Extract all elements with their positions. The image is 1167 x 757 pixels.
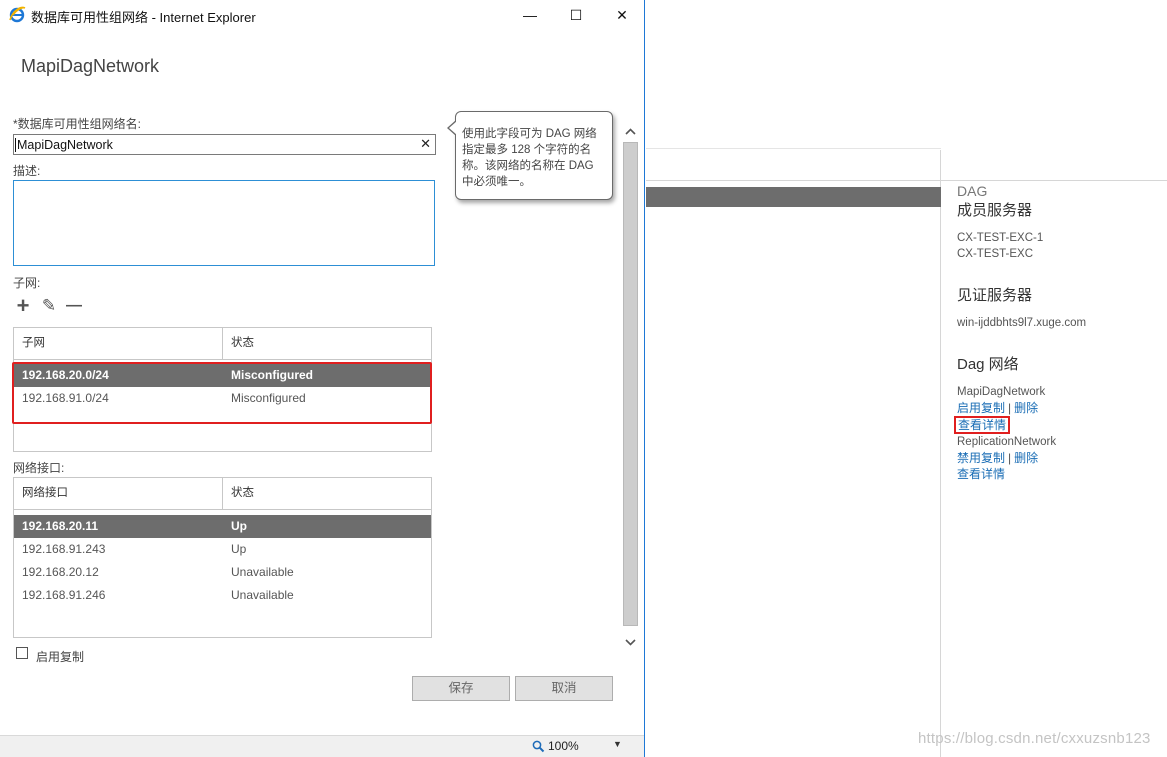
magnifier-icon — [532, 740, 545, 753]
scrollbar-thumb[interactable] — [623, 142, 638, 626]
status-cell: Unavailable — [231, 565, 294, 579]
internet-explorer-icon — [9, 6, 26, 23]
scroll-up-icon[interactable] — [621, 122, 640, 140]
table-row[interactable]: 192.168.20.11 Up — [14, 515, 431, 538]
subnet-cell: 192.168.20.0/24 — [22, 368, 109, 382]
vertical-scrollbar[interactable] — [621, 122, 640, 653]
title-bar[interactable]: 数据库可用性组网络 - Internet Explorer — ☐ ✕ — [0, 0, 644, 30]
view-details-link[interactable]: 查看详情 — [954, 416, 1011, 434]
dialog-heading: MapiDagNetwork — [21, 56, 160, 76]
watermark: https://blog.csdn.net/cxxuzsnb123 — [918, 730, 1151, 747]
subnet-cell: 192.168.91.0/24 — [22, 391, 109, 405]
witness-server: win-ijddbhts9l7.xuge.com — [957, 317, 1087, 329]
interface-cell: 192.168.91.243 — [22, 542, 106, 556]
subnets-label: 子网: — [13, 276, 41, 290]
table-header: 子网 状态 — [14, 328, 431, 360]
maximize-button[interactable]: ☐ — [553, 0, 599, 30]
member-server: CX-TEST-EXC-1 — [957, 232, 1044, 244]
zoom-level[interactable]: 100% — [548, 739, 579, 753]
delete-link[interactable]: 删除 — [1014, 401, 1038, 415]
column-header-interface[interactable]: 网络接口 — [14, 478, 68, 509]
status-cell: Up — [231, 519, 247, 533]
table-row[interactable]: 192.168.91.0/24 Misconfigured — [14, 387, 431, 410]
status-cell: Misconfigured — [231, 391, 306, 405]
details-pane-divider — [940, 150, 941, 757]
witness-heading: 见证服务器 — [957, 287, 1033, 304]
status-bar: 100% ▼ — [0, 735, 644, 757]
add-icon[interactable]: + — [13, 295, 33, 317]
edit-icon[interactable]: ✎ — [39, 296, 59, 316]
column-header-status[interactable]: 状态 — [223, 328, 254, 359]
close-button[interactable]: ✕ — [599, 0, 645, 30]
column-header-subnet[interactable]: 子网 — [14, 328, 45, 359]
dag-network-name: MapiDagNetwork — [957, 386, 1046, 398]
status-cell: Misconfigured — [231, 368, 314, 382]
column-header-status[interactable]: 状态 — [223, 478, 254, 509]
member-server: CX-TEST-EXC — [957, 248, 1034, 260]
details-pane: DAG 成员服务器 CX-TEST-EXC-1 CX-TEST-EXC 见证服务… — [954, 183, 1162, 482]
enable-replication-label[interactable]: 启用复制 — [36, 648, 84, 665]
interface-cell: 192.168.20.12 — [22, 565, 99, 579]
dag-network-entry: ReplicationNetwork 禁用复制 | 删除 查看详情 — [957, 434, 1162, 482]
table-row[interactable]: 192.168.91.243 Up — [14, 538, 431, 561]
remove-icon[interactable]: — — [64, 296, 84, 316]
network-name-label: *数据库可用性组网络名: — [13, 117, 142, 131]
network-interfaces-label: 网络接口: — [13, 461, 65, 475]
table-row[interactable]: 192.168.20.0/24 Misconfigured — [14, 364, 431, 387]
status-cell: Up — [231, 542, 247, 556]
text-cursor — [15, 138, 16, 152]
enable-replication-link[interactable]: 启用复制 — [957, 401, 1005, 415]
save-button[interactable]: 保存 — [412, 676, 510, 701]
members-heading: 成员服务器 — [957, 202, 1033, 219]
status-cell: Unavailable — [231, 588, 294, 602]
dag-networks-heading: Dag 网络 — [957, 356, 1019, 373]
list-header-divider — [646, 148, 941, 149]
tooltip-pointer — [447, 120, 457, 136]
network-name-input[interactable]: MapiDagNetwork ✕ — [13, 134, 436, 155]
interface-cell: 192.168.20.11 — [22, 519, 99, 533]
network-interfaces-table: 网络接口 状态 192.168.20.11 Up 192.168.91.243 … — [13, 477, 432, 638]
link-separator: | — [1008, 451, 1012, 465]
tooltip-text: 使用此字段可为 DAG 网络指定最多 128 个字符的名称。该网络的名称在 DA… — [462, 128, 597, 188]
dag-network-entry: MapiDagNetwork 启用复制 | 删除 查看详情 — [954, 384, 1162, 434]
list-divider — [646, 180, 1167, 181]
cancel-button[interactable]: 取消 — [515, 676, 613, 701]
details-category: DAG — [957, 183, 988, 199]
clear-icon[interactable]: ✕ — [420, 136, 431, 152]
link-separator: | — [1008, 401, 1012, 415]
zoom-dropdown-icon[interactable]: ▼ — [613, 739, 622, 749]
table-row[interactable]: 192.168.91.246 Unavailable — [14, 584, 431, 607]
selected-list-row[interactable] — [646, 187, 941, 207]
minimize-button[interactable]: — — [507, 0, 553, 30]
description-textarea[interactable] — [13, 180, 435, 266]
name-tooltip: 使用此字段可为 DAG 网络指定最多 128 个字符的名称。该网络的名称在 DA… — [447, 111, 613, 200]
table-header: 网络接口 状态 — [14, 478, 431, 510]
network-name-value: MapiDagNetwork — [17, 138, 113, 152]
dag-network-name: ReplicationNetwork — [957, 436, 1057, 448]
window-title: 数据库可用性组网络 - Internet Explorer — [31, 10, 256, 25]
disable-replication-link[interactable]: 禁用复制 — [957, 451, 1005, 465]
enable-replication-checkbox[interactable] — [16, 647, 28, 659]
ie-dialog-window: 数据库可用性组网络 - Internet Explorer — ☐ ✕ Mapi… — [0, 0, 645, 757]
subnets-table: 子网 状态 192.168.20.0/24 Misconfigured 192.… — [13, 327, 432, 452]
delete-link[interactable]: 删除 — [1014, 451, 1038, 465]
description-label: 描述: — [13, 164, 41, 178]
table-row[interactable]: 192.168.20.12 Unavailable — [14, 561, 431, 584]
interface-cell: 192.168.91.246 — [22, 588, 106, 602]
scroll-down-icon[interactable] — [621, 633, 640, 651]
view-details-link[interactable]: 查看详情 — [957, 467, 1005, 481]
